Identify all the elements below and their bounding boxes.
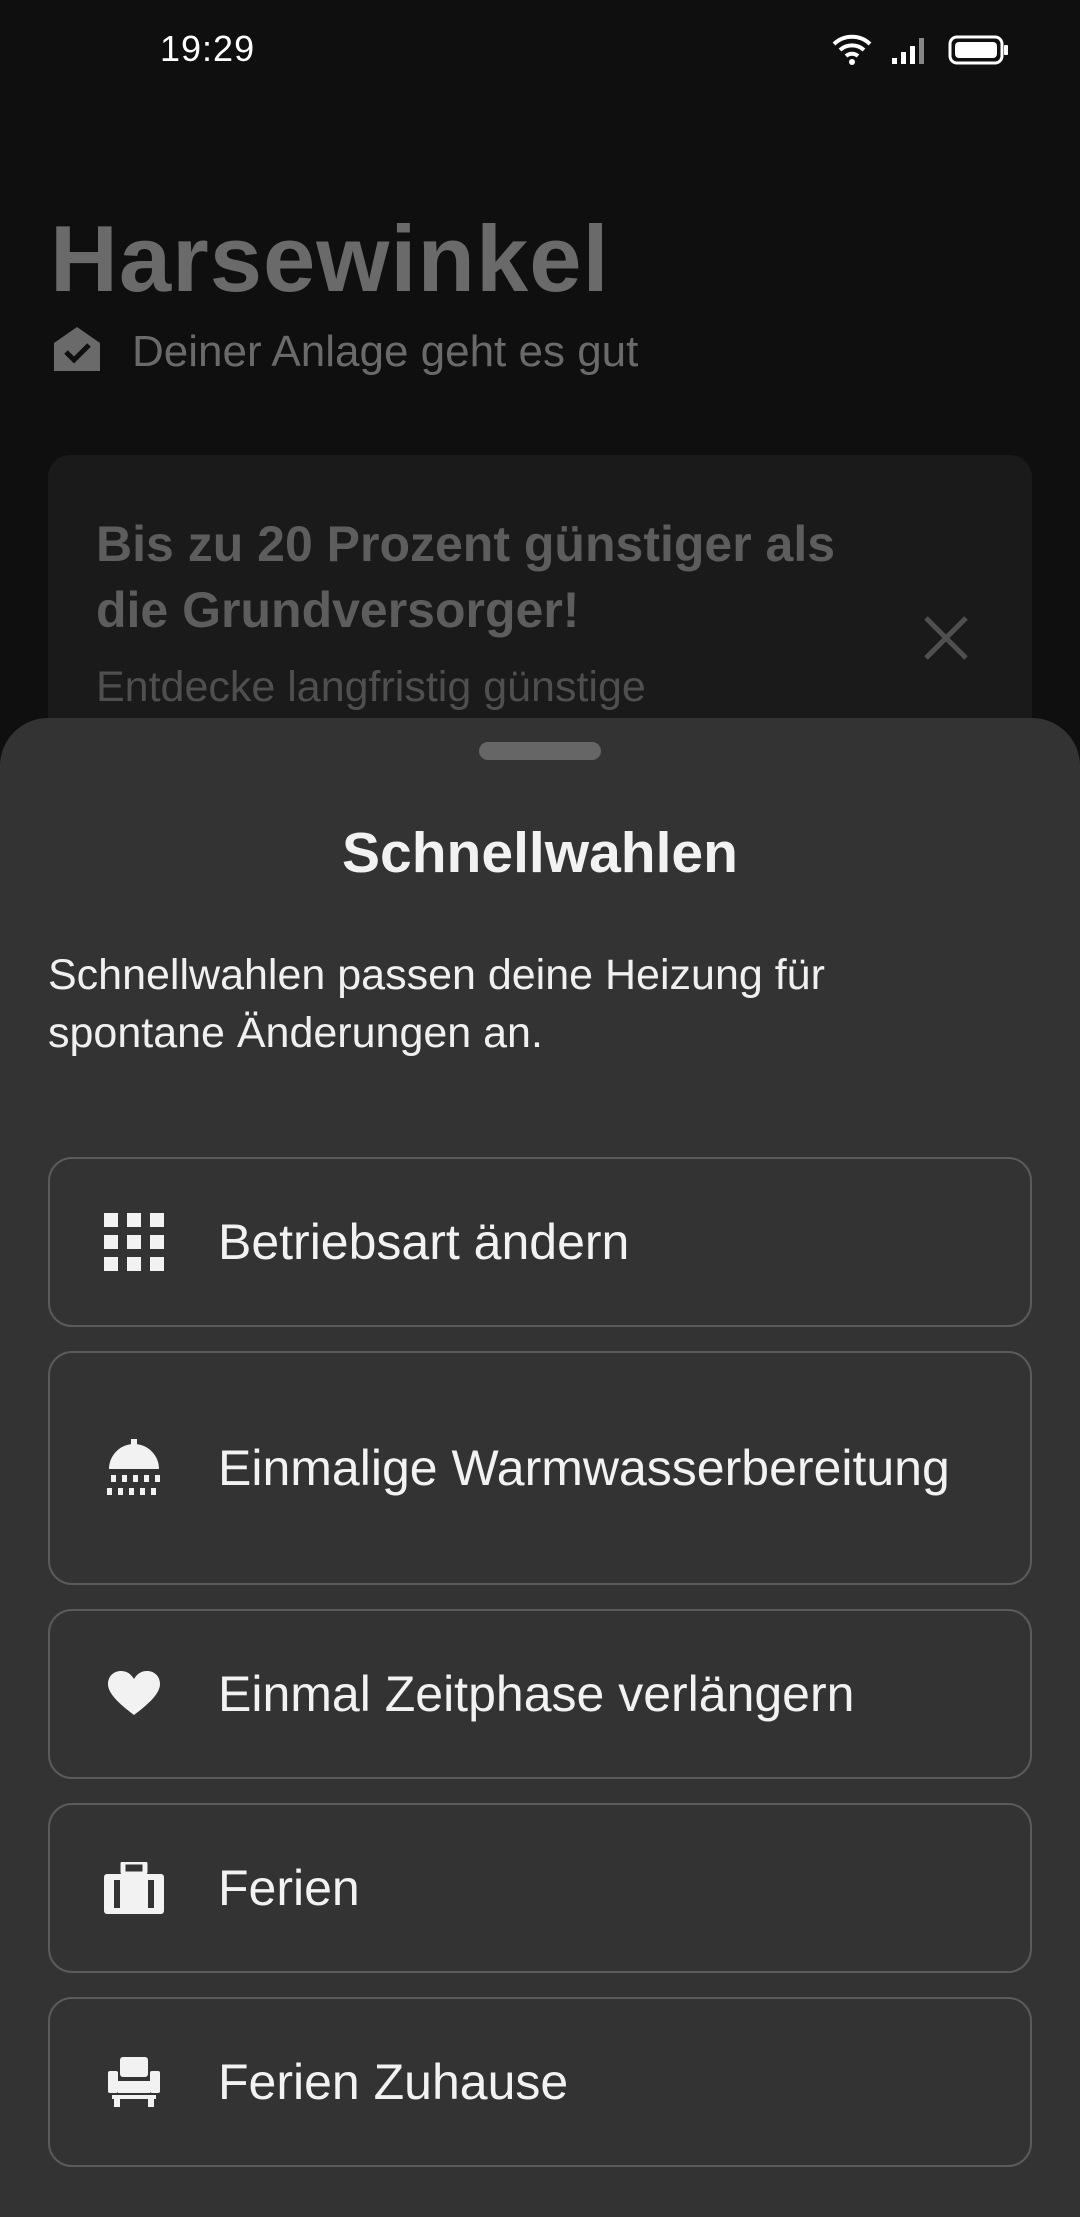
battery-icon <box>948 34 1010 71</box>
close-icon[interactable] <box>923 615 969 666</box>
promo-title: Bis zu 20 Prozent günstiger als die Grun… <box>96 516 836 638</box>
health-status: Deiner Anlage geht es gut <box>52 325 638 378</box>
option-ferien-zuhause[interactable]: Ferien Zuhause <box>48 1997 1032 2167</box>
shower-icon <box>96 1439 172 1497</box>
promo-subtitle: Entdecke langfristig günstige <box>96 663 646 711</box>
page-title: Harsewinkel <box>50 206 610 311</box>
wifi-icon <box>832 34 872 71</box>
option-betriebsart[interactable]: Betriebsart ändern <box>48 1157 1032 1327</box>
option-label: Einmalige Warmwasserbereitung <box>218 1440 950 1496</box>
option-label: Ferien <box>218 1860 360 1916</box>
status-icons <box>832 34 1010 71</box>
sheet-description: Schnellwahlen passen deine Heizung für s… <box>48 951 825 1057</box>
option-label: Einmal Zeitphase verlängern <box>218 1666 855 1722</box>
house-check-icon <box>52 325 102 378</box>
status-time: 19:29 <box>160 28 256 69</box>
signal-icon <box>890 34 930 71</box>
sheet-title: Schnellwahlen <box>342 821 738 885</box>
option-label: Ferien Zuhause <box>218 2054 569 2110</box>
option-ferien[interactable]: Ferien <box>48 1803 1032 1973</box>
option-zeitphase[interactable]: Einmal Zeitphase verlängern <box>48 1609 1032 1779</box>
health-status-text: Deiner Anlage geht es gut <box>132 326 639 376</box>
armchair-icon <box>96 2057 172 2107</box>
grid-icon <box>96 1213 172 1271</box>
heart-icon <box>96 1671 172 1717</box>
drag-handle[interactable] <box>479 742 601 760</box>
suitcase-icon <box>96 1862 172 1914</box>
quick-actions-sheet: Schnellwahlen Schnellwahlen passen deine… <box>0 718 1080 2217</box>
option-warmwasser[interactable]: Einmalige Warmwasserbereitung <box>48 1351 1032 1585</box>
option-label: Betriebsart ändern <box>218 1214 630 1270</box>
status-bar: 19:29 <box>0 0 1080 104</box>
